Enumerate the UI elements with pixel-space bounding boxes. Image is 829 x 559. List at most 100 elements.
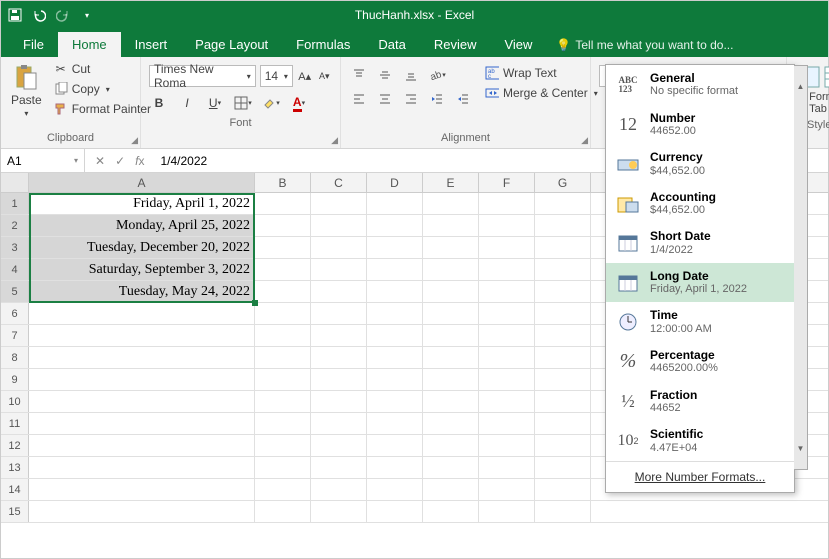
col-header-B[interactable]: B — [255, 173, 311, 192]
name-box[interactable]: A1 ▾ — [1, 149, 85, 172]
cell[interactable] — [255, 303, 311, 324]
cell[interactable] — [479, 281, 535, 302]
cell[interactable] — [535, 193, 591, 214]
select-all-corner[interactable] — [1, 173, 29, 192]
cell[interactable] — [535, 457, 591, 478]
cell[interactable] — [255, 391, 311, 412]
cell[interactable]: Tuesday, May 24, 2022 — [29, 281, 255, 302]
cell[interactable] — [367, 501, 423, 522]
row-header[interactable]: 2 — [1, 215, 29, 236]
cell[interactable] — [423, 237, 479, 258]
tab-home[interactable]: Home — [58, 32, 121, 57]
save-icon[interactable] — [7, 7, 23, 23]
paste-button[interactable]: Paste ▾ — [7, 61, 46, 120]
cell[interactable] — [423, 457, 479, 478]
cell[interactable] — [311, 193, 367, 214]
col-header-A[interactable]: A — [29, 173, 255, 192]
cell[interactable] — [479, 237, 535, 258]
cell[interactable] — [255, 237, 311, 258]
tab-insert[interactable]: Insert — [121, 32, 182, 57]
shrink-font-icon[interactable]: A▾ — [316, 68, 332, 84]
cell[interactable] — [423, 391, 479, 412]
row-header[interactable]: 4 — [1, 259, 29, 280]
cell[interactable] — [311, 457, 367, 478]
row-header[interactable]: 11 — [1, 413, 29, 434]
cell[interactable] — [367, 435, 423, 456]
nf-accounting[interactable]: Accounting$44,652.00 — [606, 184, 794, 224]
cell[interactable] — [479, 391, 535, 412]
dialog-launcher-icon[interactable]: ◢ — [131, 135, 138, 146]
row-header[interactable]: 12 — [1, 435, 29, 456]
cell[interactable] — [535, 347, 591, 368]
cell[interactable] — [535, 259, 591, 280]
cell[interactable] — [255, 281, 311, 302]
merge-center-button[interactable]: Merge & Center▾ — [481, 85, 602, 101]
redo-icon[interactable] — [55, 7, 71, 23]
row-header[interactable]: 8 — [1, 347, 29, 368]
undo-icon[interactable] — [31, 7, 47, 23]
dialog-launcher-icon[interactable]: ◢ — [581, 135, 588, 146]
col-header-C[interactable]: C — [311, 173, 367, 192]
format-table-icon[interactable] — [823, 65, 829, 89]
nf-percentage[interactable]: % Percentage4465200.00% — [606, 342, 794, 382]
cell[interactable] — [535, 413, 591, 434]
nf-scientific[interactable]: 102 Scientific4.47E+04 — [606, 421, 794, 461]
nf-general[interactable]: ABC123 GeneralNo specific format — [606, 65, 794, 105]
cell[interactable] — [479, 369, 535, 390]
qat-customize-icon[interactable]: ▾ — [79, 7, 95, 23]
cell[interactable] — [255, 457, 311, 478]
cut-button[interactable]: ✂Cut — [50, 61, 155, 77]
cell[interactable] — [367, 237, 423, 258]
cell[interactable] — [367, 369, 423, 390]
align-center-icon[interactable] — [375, 89, 395, 109]
row-header[interactable]: 14 — [1, 479, 29, 500]
cell[interactable] — [535, 391, 591, 412]
row-header[interactable]: 3 — [1, 237, 29, 258]
cell[interactable] — [367, 391, 423, 412]
cell[interactable] — [367, 281, 423, 302]
cell[interactable] — [255, 215, 311, 236]
cell[interactable] — [311, 369, 367, 390]
cell[interactable] — [423, 347, 479, 368]
underline-button[interactable]: U▾ — [205, 93, 225, 113]
cell[interactable] — [423, 215, 479, 236]
cell[interactable] — [311, 413, 367, 434]
cell[interactable] — [311, 347, 367, 368]
nf-currency[interactable]: Currency$44,652.00 — [606, 144, 794, 184]
cell[interactable] — [423, 193, 479, 214]
cell[interactable] — [29, 457, 255, 478]
cell[interactable] — [311, 435, 367, 456]
cell[interactable] — [423, 369, 479, 390]
cell[interactable] — [367, 193, 423, 214]
row-header[interactable]: 1 — [1, 193, 29, 214]
cell[interactable] — [367, 479, 423, 500]
cell[interactable] — [535, 501, 591, 522]
align-middle-icon[interactable] — [375, 65, 395, 85]
format-painter-button[interactable]: Format Painter — [50, 101, 155, 117]
wrap-text-button[interactable]: abcWrap Text — [481, 65, 602, 81]
cell[interactable] — [367, 347, 423, 368]
row-header[interactable]: 10 — [1, 391, 29, 412]
orientation-icon[interactable]: ab▾ — [427, 65, 447, 85]
dialog-launcher-icon[interactable]: ◢ — [331, 135, 338, 146]
italic-button[interactable]: I — [177, 93, 197, 113]
cell[interactable] — [255, 413, 311, 434]
cell[interactable] — [535, 215, 591, 236]
tab-file[interactable]: File — [9, 32, 58, 57]
cell[interactable] — [479, 457, 535, 478]
fill-handle[interactable] — [252, 300, 258, 306]
cell[interactable] — [367, 413, 423, 434]
row-header[interactable]: 6 — [1, 303, 29, 324]
fill-color-button[interactable]: ▾ — [261, 93, 281, 113]
cancel-icon[interactable]: ✕ — [95, 154, 105, 168]
cell[interactable] — [311, 501, 367, 522]
cell[interactable] — [29, 413, 255, 434]
cell[interactable] — [29, 501, 255, 522]
cell[interactable]: Saturday, September 3, 2022 — [29, 259, 255, 280]
nf-short-date[interactable]: Short Date1/4/2022 — [606, 223, 794, 263]
cell[interactable] — [255, 435, 311, 456]
cell[interactable] — [479, 215, 535, 236]
col-header-E[interactable]: E — [423, 173, 479, 192]
cell[interactable] — [255, 369, 311, 390]
cell[interactable] — [479, 413, 535, 434]
